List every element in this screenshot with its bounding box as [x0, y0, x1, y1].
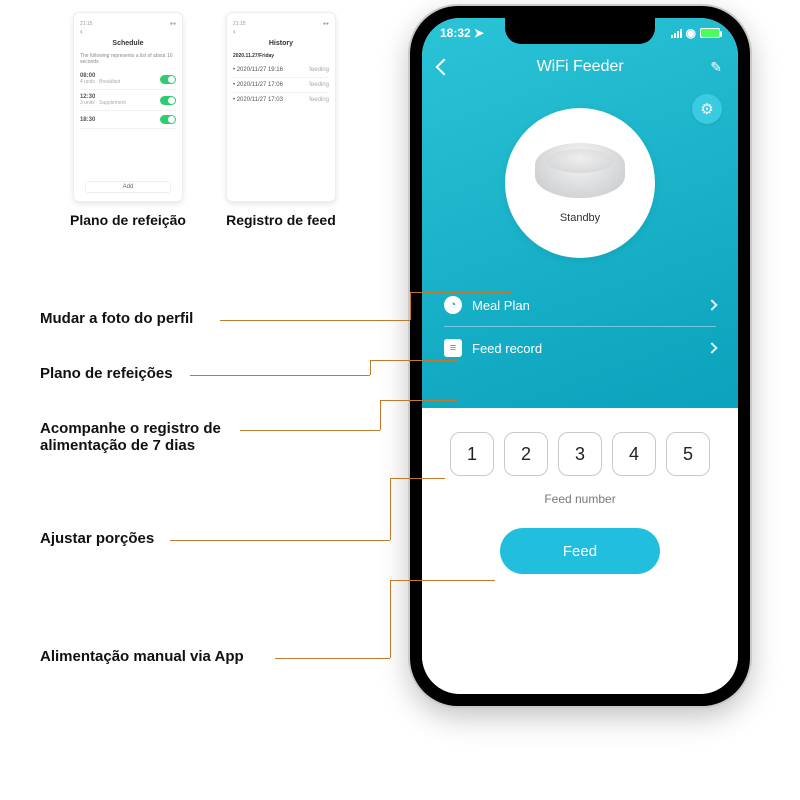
- status-time: 18:32 ➤: [440, 26, 484, 40]
- mini-add-button: Add: [85, 181, 171, 193]
- callout-feed-record: Acompanhe o registro dealimentação de 7 …: [40, 420, 221, 454]
- callout-line: [275, 658, 390, 659]
- mini-row: 18:30: [80, 111, 176, 129]
- portion-row: 1 2 3 4 5: [436, 432, 724, 476]
- feed-button[interactable]: Feed: [500, 528, 660, 574]
- status-right: ◉: [671, 26, 720, 40]
- callout-line: [410, 292, 512, 293]
- mini-history-sub: 2020.11.27/Friday: [233, 53, 329, 59]
- chevron-left-icon: [436, 59, 453, 76]
- menu-meal-plan[interactable]: ◔ Meal Plan: [444, 284, 716, 327]
- portion-3-button[interactable]: 3: [558, 432, 602, 476]
- mini-row: • 2020/11/27 17:06feeding: [233, 78, 329, 93]
- wifi-icon: ◉: [686, 26, 696, 40]
- gear-icon: ⚙: [700, 100, 713, 118]
- callout-line: [390, 580, 495, 581]
- callout-portions: Ajustar porções: [40, 530, 154, 547]
- bottom-panel: 1 2 3 4 5 Feed number Feed: [422, 408, 738, 694]
- portion-4-button[interactable]: 4: [612, 432, 656, 476]
- mini-history-title: History: [233, 40, 329, 47]
- page-title: WiFi Feeder: [537, 58, 624, 76]
- callout-profile: Mudar a foto do perfil: [40, 310, 193, 327]
- preview-history-col: 21:15●● ‹ History 2020.11.27/Friday • 20…: [226, 12, 336, 228]
- callout-line: [410, 292, 411, 320]
- menu-feed-record[interactable]: ≡ Feed record: [444, 327, 716, 369]
- callout-line: [240, 430, 380, 431]
- chevron-right-icon: [706, 342, 717, 353]
- preview-history-caption: Registro de feed: [226, 212, 336, 228]
- callout-line: [390, 478, 445, 479]
- battery-icon: [700, 28, 720, 38]
- clock-icon: ◔: [444, 296, 462, 314]
- callout-line: [190, 375, 370, 376]
- callout-line: [370, 360, 371, 375]
- phone-screen: 18:32 ➤ ◉ WiFi Feeder ✎ ⚙ Standby: [422, 18, 738, 694]
- preview-schedule-col: 21:15●● ‹ Schedule The following represe…: [70, 12, 186, 228]
- toggle-icon: [160, 75, 176, 84]
- callout-line: [220, 320, 410, 321]
- mini-row: 08:004 units · Breakfast: [80, 69, 176, 90]
- edit-button[interactable]: ✎: [710, 59, 722, 76]
- callout-line: [390, 580, 391, 658]
- settings-button[interactable]: ⚙: [692, 94, 722, 124]
- top-panel: WiFi Feeder ✎ ⚙ Standby ◔ Meal Plan: [422, 18, 738, 408]
- preview-schedule-caption: Plano de refeição: [70, 212, 186, 228]
- callout-line: [380, 400, 381, 430]
- mini-phone-schedule: 21:15●● ‹ Schedule The following represe…: [73, 12, 183, 202]
- callout-manual: Alimentação manual via App: [40, 648, 244, 665]
- portion-2-button[interactable]: 2: [504, 432, 548, 476]
- signal-icon: [671, 29, 682, 38]
- bowl-icon: [535, 143, 625, 198]
- portion-1-button[interactable]: 1: [450, 432, 494, 476]
- callout-line: [390, 478, 391, 540]
- callout-line: [370, 360, 458, 361]
- location-icon: ➤: [474, 26, 484, 40]
- device-avatar[interactable]: Standby: [505, 108, 655, 258]
- menu-meal-plan-label: Meal Plan: [472, 298, 530, 313]
- callout-meal-plan: Plano de refeições: [40, 365, 173, 382]
- phone-notch: [505, 18, 655, 44]
- callout-line: [380, 400, 458, 401]
- nav-row: WiFi Feeder ✎: [422, 50, 738, 80]
- portion-5-button[interactable]: 5: [666, 432, 710, 476]
- mini-schedule-title: Schedule: [80, 40, 176, 47]
- phone-frame: 18:32 ➤ ◉ WiFi Feeder ✎ ⚙ Standby: [410, 6, 750, 706]
- mini-row: 12:303 units · Supplement: [80, 90, 176, 111]
- toggle-icon: [160, 96, 176, 105]
- pencil-icon: ✎: [710, 59, 722, 75]
- callout-line: [170, 540, 390, 541]
- menu-list: ◔ Meal Plan ≡ Feed record: [444, 284, 716, 369]
- chevron-right-icon: [706, 299, 717, 310]
- list-icon: ≡: [444, 339, 462, 357]
- mini-schedule-sub: The following represents a list of about…: [80, 53, 176, 65]
- device-status: Standby: [560, 212, 600, 224]
- mini-phone-history: 21:15●● ‹ History 2020.11.27/Friday • 20…: [226, 12, 336, 202]
- mini-row: • 2020/11/27 17:03feeding: [233, 93, 329, 107]
- toggle-icon: [160, 115, 176, 124]
- menu-feed-record-label: Feed record: [472, 341, 542, 356]
- preview-area: 21:15●● ‹ Schedule The following represe…: [70, 12, 336, 228]
- portion-label: Feed number: [436, 492, 724, 506]
- back-button[interactable]: [438, 61, 450, 73]
- mini-row: • 2020/11/27 19:16feeding: [233, 63, 329, 78]
